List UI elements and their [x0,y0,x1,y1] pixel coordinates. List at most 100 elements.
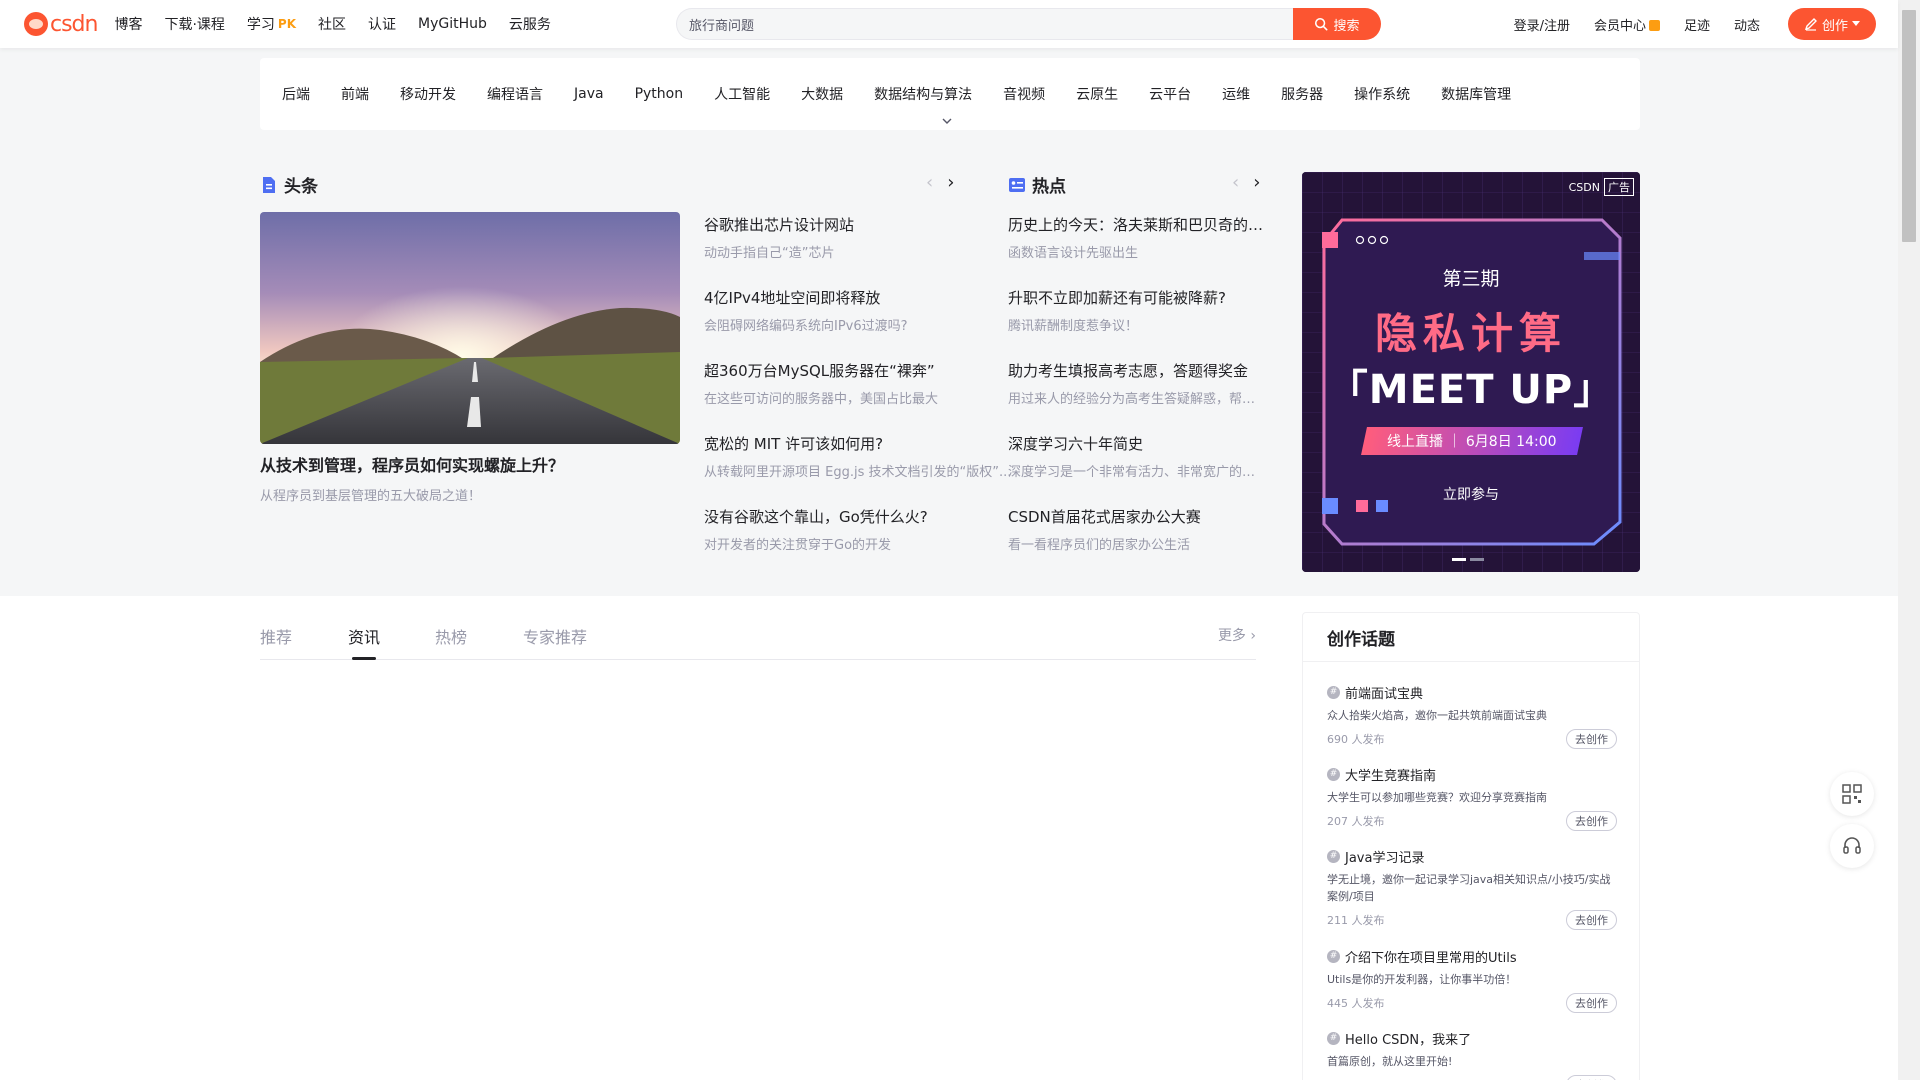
user-links: 登录/注册 会员中心 足迹 动态 创作 [1514,0,1876,48]
topic-name-label: 大学生竞赛指南 [1345,769,1437,784]
category-link[interactable]: 编程语言 [487,84,543,104]
tab-expert-recommend[interactable]: 专家推荐 [523,624,587,648]
nav-mygithub[interactable]: MyGitHub [418,16,487,32]
ad-title: 隐私计算 [1374,309,1567,358]
topic-footer: 211 人发布 去创作 [1327,910,1617,930]
hot-item-title[interactable]: 助力考生填报高考志愿，答题得奖金 [1008,360,1266,381]
topic-item: # Java学习记录 学无止境，邀你一起记录学习java相关知识点/小技巧/实战案例… [1327,847,1617,930]
hot-item-title[interactable]: CSDN首届花式居家办公大赛 [1008,506,1266,527]
chevron-right-icon[interactable]: › [947,174,954,192]
hot-item[interactable]: 助力考生填报高考志愿，答题得奖金用过来人的经验分为高考生答疑解惑，帮助考生填报志… [1008,360,1266,407]
hot-item-title[interactable]: 历史上的今天：洛夫莱斯和巴贝奇的相遇 [1008,214,1266,235]
go-create-button[interactable]: 去创作 [1566,910,1617,930]
login-link[interactable]: 登录/注册 [1514,15,1570,34]
topic-name[interactable]: # 大学生竞赛指南 [1327,765,1617,784]
expand-categories-chevron-icon[interactable] [940,116,954,126]
hash-icon: # [1327,768,1340,781]
search-button[interactable]: 搜索 [1293,8,1381,40]
topic-footer: 690 人发布 去创作 [1327,729,1617,749]
topic-name[interactable]: # 介绍下你在项目里常用的Utils [1327,947,1617,966]
chevron-left-icon[interactable]: ‹ [926,174,933,192]
qrcode-button[interactable] [1830,772,1874,816]
category-link[interactable]: 服务器 [1281,84,1323,104]
dynamics-link[interactable]: 动态 [1734,15,1760,34]
more-link[interactable]: 更多 › [1218,625,1256,645]
go-create-button[interactable]: 去创作 [1566,1075,1617,1080]
hero-title[interactable]: 从技术到管理，程序员如何实现螺旋上升？ [260,452,564,476]
topic-footer: 445 人发布 去创作 [1327,993,1617,1013]
category-link[interactable]: 前端 [341,84,369,104]
hot-item[interactable]: 升职不立即加薪还有可能被降薪? 腾讯薪酬制度惹争议！ [1008,287,1266,334]
category-link[interactable]: 后端 [282,84,310,104]
topic-name[interactable]: # Hello CSDN，我来了 [1327,1029,1617,1048]
footprint-link[interactable]: 足迹 [1684,15,1710,34]
headline-item[interactable]: 4亿IPv4地址空间即将释放 会阻碍网络编码系统向IPv6过渡吗? [704,287,1014,334]
headline-item-title[interactable]: 没有谷歌这个靠山，Go凭什么火? [704,506,1014,527]
headline-item[interactable]: 谷歌推出芯片设计网站 动动手指自己“造”芯片 [704,214,1014,261]
go-create-button[interactable]: 去创作 [1566,993,1617,1013]
headline-section-title: 头条 [260,172,318,197]
hot-item-title[interactable]: 深度学习六十年简史 [1008,433,1266,454]
headline-item-title[interactable]: 宽松的 MIT 许可该如何用? [704,433,1014,454]
create-button[interactable]: 创作 [1788,8,1876,40]
nav-learn[interactable]: 学习 PK [247,14,296,34]
headline-item[interactable]: 宽松的 MIT 许可该如何用? 从转载阿里开源项目 Egg.js 技术文档引发的“… [704,433,1014,480]
chevron-right-icon[interactable]: › [1253,174,1260,192]
chevron-left-icon[interactable]: ‹ [1232,174,1239,192]
headline-item-title[interactable]: 超360万台MySQL服务器在“裸奔” [704,360,1014,381]
topic-name[interactable]: # 前端面试宝典 [1327,683,1617,702]
headline-item-title[interactable]: 谷歌推出芯片设计网站 [704,214,1014,235]
hot-item-title[interactable]: 升职不立即加薪还有可能被降薪? [1008,287,1266,308]
category-link[interactable]: 数据库管理 [1441,84,1511,104]
ad-label: 广告 [1604,178,1634,196]
headline-title: 头条 [284,177,318,197]
ad-meetup: 「MEET UP」 [1327,367,1615,413]
tab-news[interactable]: 资讯 [348,624,380,648]
ad-banner[interactable]: CSDN 广告 第三期 隐私计算 「MEET UP」 线上直播 ｜ 6月8日 1… [1302,172,1640,572]
ad-live-info: 线上直播 ｜ 6月8日 14:00 [1361,427,1583,455]
topic-count: 690 人发布 [1327,733,1385,746]
topic-name-label: 介绍下你在项目里常用的Utils [1345,951,1517,966]
hot-item[interactable]: 深度学习六十年简史 深度学习是一个非常有活力、非常宽广的领域 [1008,433,1266,480]
headline-item-subtitle: 从转载阿里开源项目 Egg.js 技术文档引发的“版权”... [704,465,1012,480]
create-button-label: 创作 [1821,18,1848,34]
ad-join-button[interactable]: 立即参与 [1302,484,1640,504]
vip-center-link[interactable]: 会员中心 [1594,15,1660,34]
active-tab-indicator [352,657,376,660]
main-nav: 博客 下载·课程 学习 PK 社区 认证 MyGitHub 云服务 [114,0,572,48]
headline-item[interactable]: 超360万台MySQL服务器在“裸奔” 在这些可访问的服务器中，美国占比最大 [704,360,1014,407]
category-link[interactable]: 数据结构与算法 [874,84,972,104]
csdn-logo[interactable]: csdn [24,0,98,48]
category-link[interactable]: Java [574,86,604,102]
category-link[interactable]: 移动开发 [400,84,456,104]
customer-service-button[interactable] [1830,824,1874,868]
nav-blog[interactable]: 博客 [114,14,142,34]
topic-name[interactable]: # Java学习记录 [1327,847,1617,866]
logo-mascot-icon [24,12,48,36]
nav-community[interactable]: 社区 [318,14,346,34]
search-input[interactable] [676,8,1293,40]
hero-image[interactable] [260,212,680,444]
category-link[interactable]: 运维 [1222,84,1250,104]
category-link[interactable]: 操作系统 [1354,84,1410,104]
category-link[interactable]: 音视频 [1003,84,1045,104]
category-link[interactable]: 云平台 [1149,84,1191,104]
ad-issue: 第三期 [1442,268,1500,290]
go-create-button[interactable]: 去创作 [1566,811,1617,831]
hot-item[interactable]: CSDN首届花式居家办公大赛 看一看程序员们的居家办公生活 [1008,506,1266,553]
nav-cloud-service[interactable]: 云服务 [509,14,551,34]
tab-recommend[interactable]: 推荐 [260,624,292,648]
headline-item[interactable]: 没有谷歌这个靠山，Go凭什么火? 对开发者的关注贯穿于Go的开发 [704,506,1014,553]
topic-description: 首篇原创，就从这里开始! [1327,1055,1453,1068]
nav-certification[interactable]: 认证 [368,14,396,34]
nav-download-course[interactable]: 下载·课程 [164,14,224,34]
hot-item[interactable]: 历史上的今天：洛夫莱斯和巴贝奇的相遇 函数语言设计先驱出生 [1008,214,1266,261]
category-link[interactable]: Python [635,86,684,102]
category-link[interactable]: 人工智能 [714,84,770,104]
tab-hot-list[interactable]: 热榜 [435,624,467,648]
category-link[interactable]: 云原生 [1076,84,1118,104]
scrollbar-thumb[interactable] [1902,10,1916,242]
go-create-button[interactable]: 去创作 [1566,729,1617,749]
category-link[interactable]: 大数据 [801,84,843,104]
headline-item-title[interactable]: 4亿IPv4地址空间即将释放 [704,287,1014,308]
